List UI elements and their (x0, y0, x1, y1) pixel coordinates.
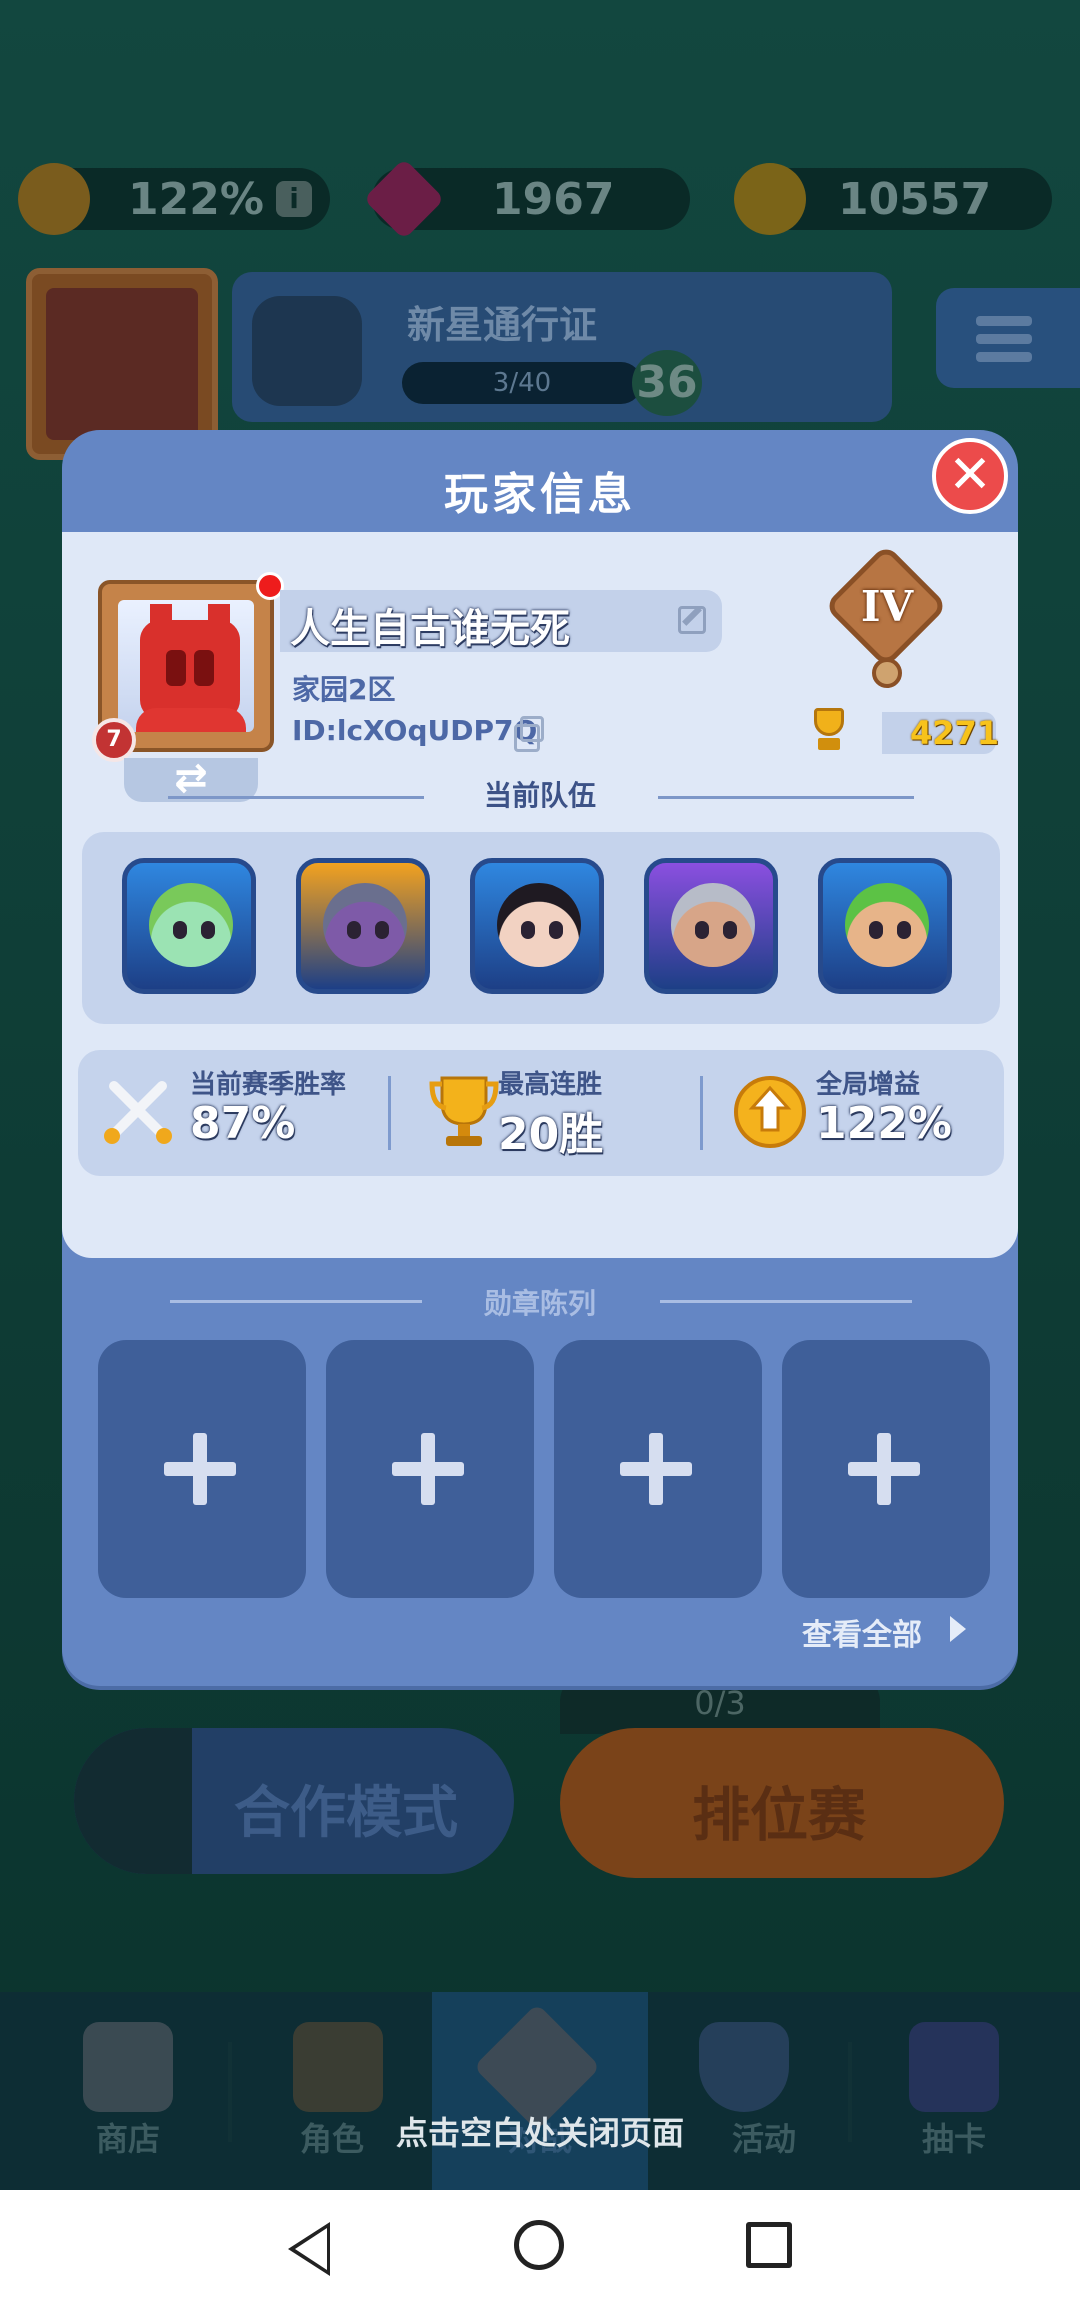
ranked-mode-button[interactable]: 排位赛 (560, 1728, 1004, 1878)
player-card: 7 ⇄ 人生自古谁无死 家园2区 ID:lcXOqUDP7Q IV 4271 当… (62, 532, 1018, 1258)
leaf-haired-warrior-hero-icon[interactable] (818, 858, 952, 994)
modal-title: 玩家信息 (444, 469, 636, 520)
rank-badge[interactable]: IV (823, 543, 949, 688)
bonus-crown-icon (18, 163, 90, 235)
bottom-nav: 商店 角色 对战 活动 抽卡 (0, 1992, 1080, 2190)
home-icon[interactable] (514, 2220, 564, 2270)
close-button[interactable]: ✕ (932, 438, 1008, 514)
team-title: 当前队伍 (483, 779, 596, 812)
trophy-count: 4271 (910, 714, 1000, 752)
bonus-resource-pill: 122% i (18, 163, 330, 235)
player-stats: 当前赛季胜率 87% 最高连胜 20胜 全局增益 122% (78, 1050, 1004, 1176)
dark-armored-knight-hero-icon[interactable] (296, 858, 430, 994)
stat-win-rate: 当前赛季胜率 87% (78, 1050, 388, 1176)
mystery-box-icon (909, 2022, 999, 2112)
team-roster (82, 832, 1000, 1024)
medal-slot-add[interactable] (782, 1340, 990, 1598)
gem-icon (363, 158, 445, 240)
green-haired-elf-hero-icon[interactable] (122, 858, 256, 994)
medal-slot-add[interactable] (326, 1340, 534, 1598)
tab-shop[interactable]: 商店 (38, 1992, 218, 2190)
player-id: ID:lcXOqUDP7Q (292, 714, 538, 747)
chevron-right-icon (950, 1616, 966, 1642)
player-name-box[interactable]: 人生自古谁无死 (280, 590, 722, 652)
pass-title: 新星通行证 (407, 303, 598, 347)
trophy-count-box: 4271 (882, 712, 1000, 754)
red-robot-avatar-icon (140, 604, 240, 720)
trophy-icon (806, 708, 852, 754)
shop-icon (83, 2022, 173, 2112)
info-icon[interactable]: i (276, 181, 312, 217)
gem-value: 1967 (492, 173, 615, 225)
bonus-value: 122% (128, 173, 264, 225)
recent-apps-icon[interactable] (746, 2222, 792, 2268)
coin-icon (734, 163, 806, 235)
medal-slot-add[interactable] (554, 1340, 762, 1598)
ranked-mode-label: 排位赛 (692, 1781, 867, 1849)
bonus-crown-icon (734, 1076, 806, 1148)
player-region: 家园2区 (292, 673, 396, 706)
coop-mode-button[interactable]: 合作模式 (74, 1728, 514, 1874)
trophy-icon (429, 1076, 499, 1146)
copy-icon[interactable] (514, 716, 544, 752)
tab-events[interactable]: 活动 (654, 1992, 834, 2190)
player-level-badge: 7 (92, 718, 136, 762)
rank-numeral: IV (860, 582, 914, 631)
close-hint: 点击空白处关闭页面 (395, 2114, 684, 2152)
crossed-swords-icon (104, 1081, 172, 1144)
battle-pass-banner[interactable]: 新星通行证 3/40 36 (232, 272, 892, 422)
coin-value: 10557 (838, 173, 992, 225)
stat-max-streak: 最高连胜 20胜 (392, 1050, 700, 1176)
coin-resource-pill: 10557 (734, 163, 1052, 235)
pass-emblem-icon (252, 296, 362, 406)
black-haired-girl-hero-icon[interactable] (470, 858, 604, 994)
edit-icon[interactable] (678, 606, 706, 634)
gem-resource-pill: 1967 (363, 158, 690, 240)
system-navigation-bar (0, 2190, 1080, 2310)
player-name: 人生自古谁无死 (290, 606, 570, 652)
mode-switch-arrow-icon[interactable] (74, 1728, 192, 1874)
player-info-modal: 玩家信息 ✕ 7 ⇄ 人生自古谁无死 家园2区 ID:lcXOqUDP7Q IV… (62, 430, 1018, 1686)
star-shield-icon (699, 2022, 789, 2112)
view-all-link[interactable]: 查看全部 (802, 1610, 922, 1654)
menu-button[interactable] (936, 288, 1080, 388)
tab-heroes[interactable]: 角色 (248, 1992, 428, 2190)
coop-mode-label: 合作模式 (234, 1781, 458, 1846)
medal-slot-add[interactable] (98, 1340, 306, 1598)
helmet-knight-hero-icon[interactable] (644, 858, 778, 994)
pass-level: 36 (632, 350, 702, 416)
hero-cards-icon (293, 2022, 383, 2112)
tab-gacha[interactable]: 抽卡 (864, 1992, 1044, 2190)
pass-progress: 3/40 (402, 362, 642, 404)
tab-battle[interactable]: 对战 (432, 1992, 648, 2190)
back-icon[interactable] (288, 2222, 330, 2276)
stat-global-bonus: 全局增益 122% (704, 1050, 1004, 1176)
